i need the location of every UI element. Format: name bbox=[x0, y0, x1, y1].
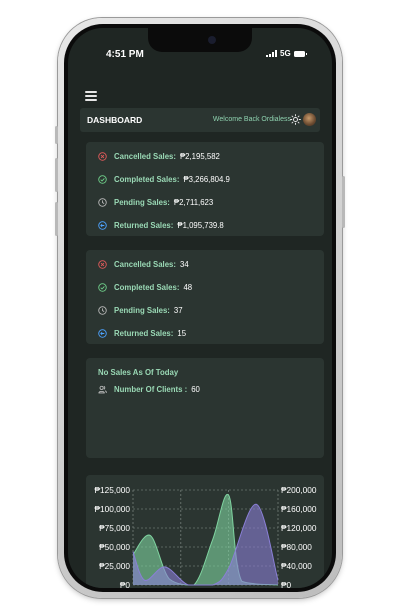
network-type: 5G bbox=[280, 49, 291, 58]
clients-row: Number Of Clients : 60 bbox=[98, 383, 200, 395]
status-time: 4:51 PM bbox=[106, 49, 144, 60]
users-icon bbox=[98, 385, 107, 393]
sales-counts-card: Cancelled Sales: 34 Completed Sales: 48 … bbox=[86, 250, 324, 344]
volume-down-button bbox=[55, 202, 58, 236]
left-axis-tick-label: ₱75,000 bbox=[99, 523, 130, 533]
today-sales-card: No Sales As Of Today Number Of Clients :… bbox=[86, 358, 324, 458]
clock-icon bbox=[98, 305, 107, 315]
cancelled-count-value: 34 bbox=[179, 259, 189, 269]
return-arrow-icon bbox=[98, 328, 107, 338]
notch bbox=[148, 28, 252, 52]
completed-sales-value: ₱3,266,804.9 bbox=[183, 174, 230, 184]
returned-sales-value: ₱1,095,739.8 bbox=[177, 220, 224, 230]
right-axis-tick-label: ₱0 bbox=[281, 580, 292, 588]
completed-count-value: 48 bbox=[183, 282, 193, 292]
returned-count-value: 15 bbox=[177, 328, 187, 338]
right-axis-tick-label: ₱40,000 bbox=[281, 561, 312, 571]
right-axis-tick-label: ₱160,000 bbox=[281, 504, 317, 514]
sales-chart-card: ₱0 ₱25,000 ₱50,000 ₱75,000 ₱100,000 ₱125,000 ₱… bbox=[86, 475, 324, 588]
list-item: Cancelled Sales: ₱2,195,582 bbox=[98, 150, 220, 162]
return-arrow-icon bbox=[98, 220, 107, 230]
clients-label: Number Of Clients : bbox=[114, 384, 188, 394]
pending-count-label: Pending Sales: bbox=[114, 305, 170, 315]
x-circle-icon bbox=[98, 259, 107, 269]
sun-icon[interactable] bbox=[290, 114, 301, 125]
completed-count-label: Completed Sales: bbox=[114, 282, 180, 292]
no-sales-message: No Sales As Of Today bbox=[98, 368, 179, 377]
signal-icon bbox=[266, 50, 277, 57]
sales-chart: ₱0 ₱25,000 ₱50,000 ₱75,000 ₱100,000 ₱125,000 ₱… bbox=[94, 485, 317, 588]
completed-sales-label: Completed Sales: bbox=[114, 174, 180, 184]
list-item: Pending Sales: 37 bbox=[98, 304, 183, 316]
check-circle-icon bbox=[98, 174, 107, 184]
x-circle-icon bbox=[98, 151, 107, 161]
phone-frame: 4:51 PM 5G DASHBOARD Welcome Back Ordial… bbox=[55, 18, 345, 598]
list-item: Pending Sales: ₱2,711,623 bbox=[98, 196, 213, 208]
hamburger-menu-icon[interactable] bbox=[85, 91, 97, 103]
mute-switch bbox=[55, 126, 58, 144]
left-axis-tick-label: ₱25,000 bbox=[99, 561, 130, 571]
list-item: Completed Sales: 48 bbox=[98, 281, 192, 293]
left-axis-tick-label: ₱100,000 bbox=[94, 504, 130, 514]
camera-icon bbox=[208, 36, 216, 44]
volume-up-button bbox=[55, 158, 58, 192]
list-item: Returned Sales: ₱1,095,739.8 bbox=[98, 219, 224, 231]
clients-value: 60 bbox=[191, 384, 200, 394]
phone-bezel: 4:51 PM 5G DASHBOARD Welcome Back Ordial… bbox=[64, 24, 336, 592]
cancelled-count-label: Cancelled Sales: bbox=[114, 259, 176, 269]
list-item: Completed Sales: ₱3,266,804.9 bbox=[98, 173, 230, 185]
status-indicators: 5G bbox=[266, 49, 307, 58]
cancelled-sales-value: ₱2,195,582 bbox=[179, 151, 220, 161]
check-circle-icon bbox=[98, 282, 107, 292]
welcome-message: Welcome Back Ordialess bbox=[212, 116, 291, 123]
sales-amounts-card: Cancelled Sales: ₱2,195,582 Completed Sa… bbox=[86, 142, 324, 236]
list-item: Returned Sales: 15 bbox=[98, 327, 186, 339]
pending-sales-label: Pending Sales: bbox=[114, 197, 170, 207]
dashboard-header: DASHBOARD Welcome Back Ordialess bbox=[80, 108, 320, 132]
right-axis-tick-label: ₱120,000 bbox=[281, 523, 317, 533]
returned-sales-label: Returned Sales: bbox=[114, 220, 174, 230]
returned-count-label: Returned Sales: bbox=[114, 328, 174, 338]
list-item: Cancelled Sales: 34 bbox=[98, 258, 189, 270]
right-axis-tick-label: ₱80,000 bbox=[281, 542, 312, 552]
battery-icon bbox=[293, 50, 307, 57]
page-title: DASHBOARD bbox=[87, 115, 143, 125]
app-screen: 4:51 PM 5G DASHBOARD Welcome Back Ordial… bbox=[68, 28, 332, 588]
power-button bbox=[342, 176, 345, 228]
avatar[interactable] bbox=[303, 113, 316, 126]
left-axis-tick-label: ₱50,000 bbox=[99, 542, 130, 552]
clock-icon bbox=[98, 197, 107, 207]
pending-sales-value: ₱2,711,623 bbox=[173, 197, 214, 207]
left-axis-tick-label: ₱125,000 bbox=[94, 485, 130, 495]
pending-count-value: 37 bbox=[173, 305, 183, 315]
cancelled-sales-label: Cancelled Sales: bbox=[114, 151, 176, 161]
left-axis-tick-label: ₱0 bbox=[120, 580, 131, 588]
right-axis-tick-label: ₱200,000 bbox=[281, 485, 317, 495]
